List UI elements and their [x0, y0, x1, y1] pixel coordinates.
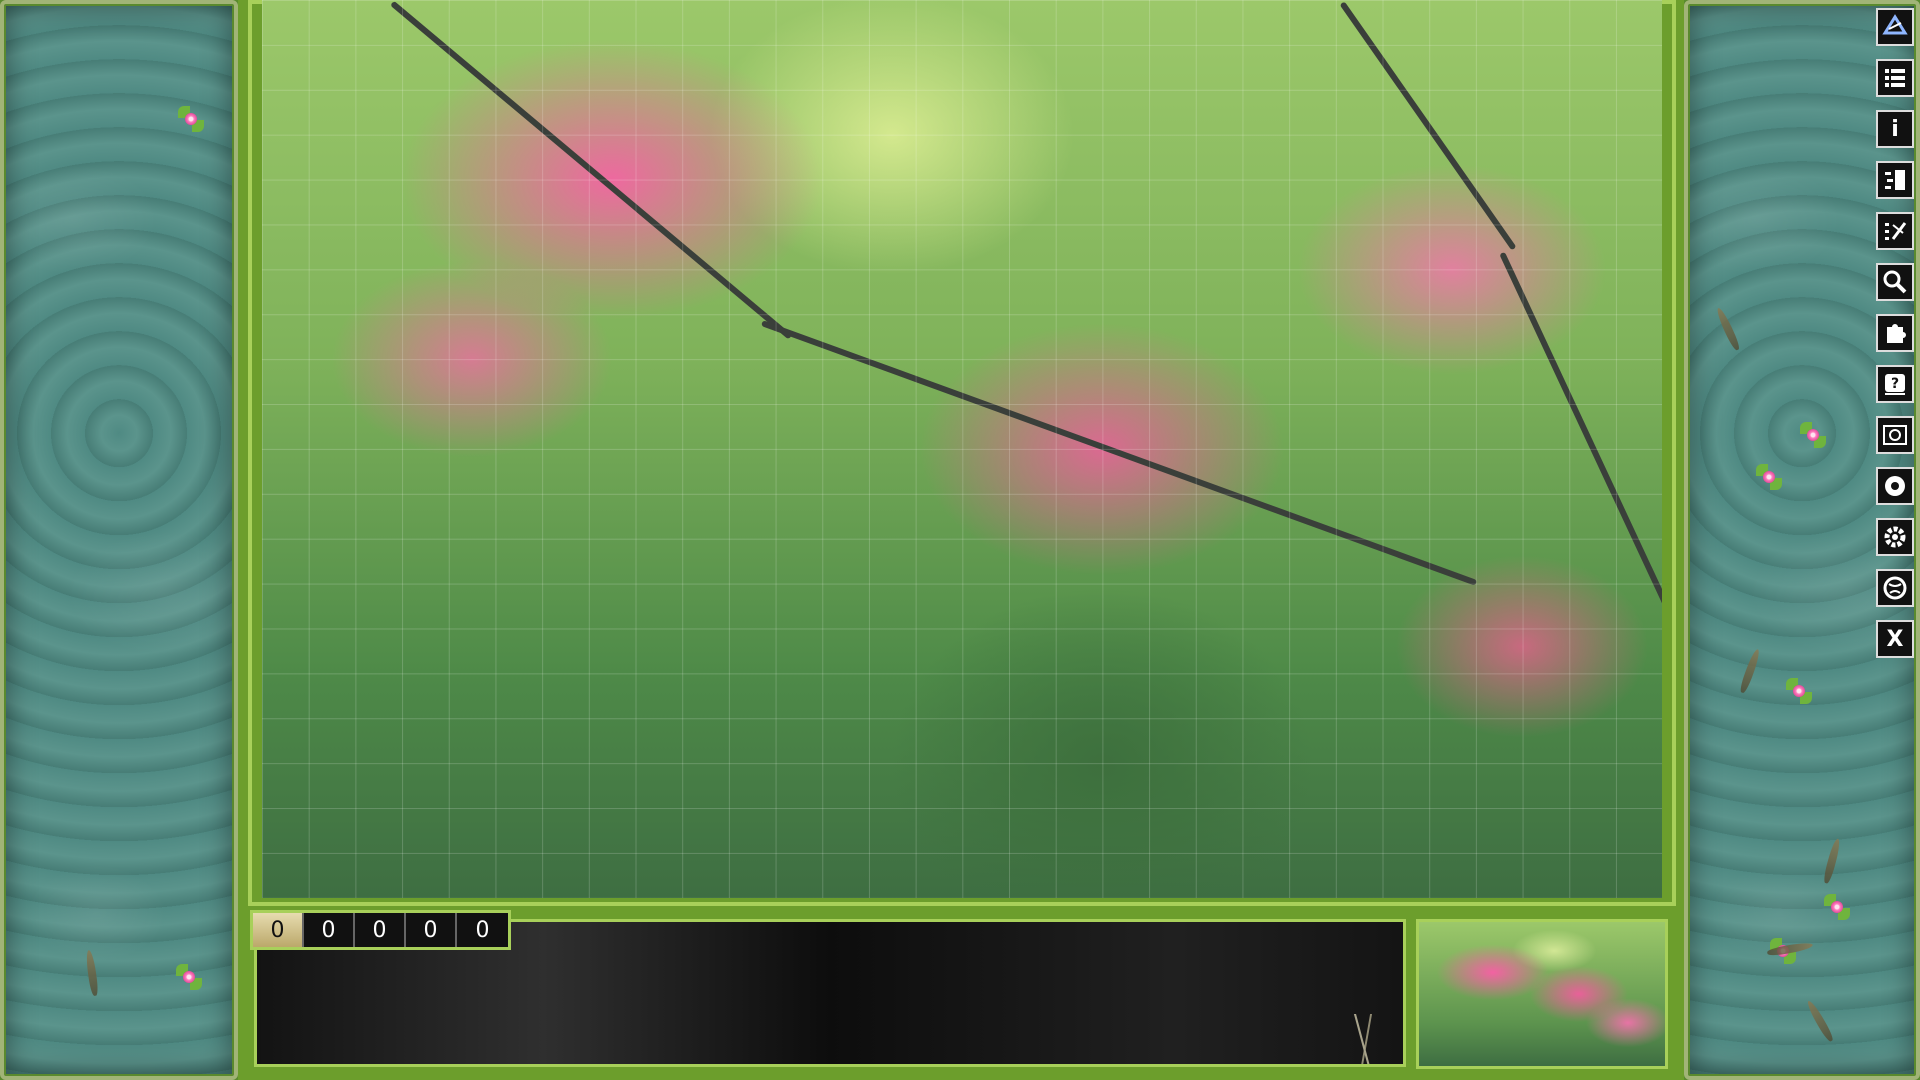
- globe-icon: [1883, 576, 1907, 600]
- koi-fish-icon: [1822, 837, 1842, 885]
- lotus-icon: [1800, 422, 1826, 448]
- puzzle-piece-grid: [262, 0, 1662, 898]
- lotus-icon: [1824, 894, 1850, 920]
- piece-counter: 0 0 0 0 0: [250, 910, 511, 950]
- settings-icon: [1884, 526, 1906, 548]
- left-pond-decoration: [0, 0, 238, 1080]
- puzzle-piece-icon: [1887, 324, 1906, 343]
- search-button[interactable]: [1876, 263, 1914, 301]
- branch-decoration: [390, 0, 793, 340]
- lotus-icon: [176, 964, 202, 990]
- logo-icon: [1882, 14, 1908, 35]
- preview-thumbnail[interactable]: [1416, 919, 1668, 1069]
- lotus-icon: [178, 106, 204, 132]
- help-button[interactable]: ?: [1876, 365, 1914, 403]
- koi-fish-icon: [1805, 999, 1835, 1043]
- settings-button[interactable]: [1876, 518, 1914, 556]
- koi-fish-icon: [1738, 648, 1762, 694]
- branch-decoration: [1339, 1, 1517, 251]
- koi-fish-icon: [1714, 306, 1742, 352]
- background-icon: [1885, 476, 1905, 496]
- puzzle-game-screen: 0 0 0 0 0 i ? X: [0, 0, 1920, 1080]
- lotus-icon: [1756, 464, 1782, 490]
- menu-button[interactable]: [1876, 59, 1914, 97]
- grass-decoration: [1343, 1014, 1383, 1064]
- counter-digit: 0: [457, 913, 508, 947]
- counter-digit: 0: [406, 913, 457, 947]
- branch-decoration: [760, 320, 1478, 586]
- logo-button[interactable]: [1876, 8, 1914, 46]
- right-toolbar: i ? X: [1876, 8, 1914, 671]
- close-icon: X: [1886, 626, 1904, 652]
- counter-digit: 0: [304, 913, 355, 947]
- info-icon: i: [1891, 116, 1899, 142]
- help-icon: ?: [1885, 374, 1905, 395]
- sort-pieces-button[interactable]: [1876, 212, 1914, 250]
- screenshot-button[interactable]: [1876, 416, 1914, 454]
- background-button[interactable]: [1876, 467, 1914, 505]
- sort-pieces-icon: [1885, 222, 1907, 240]
- globe-button[interactable]: [1876, 569, 1914, 607]
- svg-text:?: ?: [1891, 376, 1899, 392]
- koi-fish-icon: [84, 949, 100, 997]
- search-icon: [1883, 270, 1907, 294]
- branch-decoration: [1499, 251, 1662, 663]
- edge-pieces-icon: [1885, 170, 1905, 190]
- lotus-icon: [1786, 678, 1812, 704]
- screenshot-icon: [1883, 425, 1907, 445]
- info-button[interactable]: i: [1876, 110, 1914, 148]
- counter-digit: 0: [253, 913, 304, 947]
- puzzle-piece-button[interactable]: [1876, 314, 1914, 352]
- edge-pieces-button[interactable]: [1876, 161, 1914, 199]
- close-button[interactable]: X: [1876, 620, 1914, 658]
- menu-icon: [1885, 69, 1905, 87]
- puzzle-board[interactable]: [262, 0, 1662, 898]
- counter-digit: 0: [355, 913, 406, 947]
